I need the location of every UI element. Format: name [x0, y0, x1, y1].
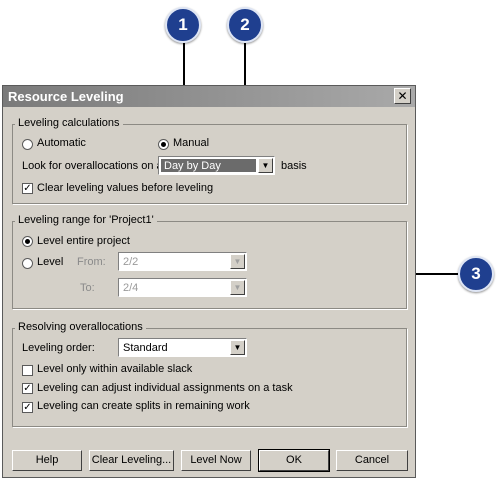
clear-values-checkbox[interactable]: ✓ — [22, 183, 33, 194]
automatic-label[interactable]: Automatic — [37, 137, 86, 149]
chevron-down-icon[interactable]: ▼ — [230, 254, 245, 269]
callout-3: 3 — [458, 256, 494, 292]
automatic-radio[interactable] — [22, 139, 33, 150]
look-for-label: Look for overallocations on a — [22, 160, 163, 172]
chevron-down-icon[interactable]: ▼ — [230, 340, 245, 355]
leveling-calculations-label: Leveling calculations — [15, 117, 123, 129]
basis-select[interactable]: Day by Day ▼ — [158, 156, 275, 175]
leveling-order-select[interactable]: Standard ▼ — [118, 338, 247, 357]
adjust-assignments-checkbox[interactable]: ✓ — [22, 383, 33, 394]
to-date-field[interactable]: 2/4 ▼ — [118, 278, 247, 297]
title-bar[interactable]: Resource Leveling ✕ — [3, 86, 415, 107]
create-splits-checkbox[interactable]: ✓ — [22, 402, 33, 413]
entire-project-label[interactable]: Level entire project — [37, 235, 130, 247]
create-splits-label[interactable]: Leveling can create splits in remaining … — [37, 400, 250, 412]
cancel-button[interactable]: Cancel — [336, 450, 408, 471]
level-now-button[interactable]: Level Now — [181, 450, 251, 471]
dialog-title: Resource Leveling — [8, 89, 124, 104]
entire-project-radio[interactable] — [22, 236, 33, 247]
close-icon: ✕ — [397, 89, 408, 103]
level-range-label[interactable]: Level — [37, 256, 63, 268]
manual-label[interactable]: Manual — [173, 137, 209, 149]
to-date-value: 2/4 — [123, 282, 139, 294]
from-date-value: 2/2 — [123, 256, 139, 268]
clear-values-label[interactable]: Clear leveling values before leveling — [37, 182, 213, 194]
ok-button[interactable]: OK — [258, 449, 330, 472]
adjust-assignments-label[interactable]: Leveling can adjust individual assignmen… — [37, 382, 293, 394]
basis-suffix: basis — [281, 160, 307, 172]
from-date-field[interactable]: 2/2 ▼ — [118, 252, 247, 271]
slack-checkbox[interactable] — [22, 365, 33, 376]
leveling-order-label: Leveling order: — [22, 342, 95, 354]
callout-1: 1 — [165, 7, 201, 43]
callout-2: 2 — [227, 7, 263, 43]
basis-select-value: Day by Day — [164, 160, 221, 172]
clear-leveling-button[interactable]: Clear Leveling... — [89, 450, 174, 471]
manual-radio[interactable] — [158, 139, 169, 150]
chevron-down-icon[interactable]: ▼ — [230, 280, 245, 295]
close-button[interactable]: ✕ — [394, 88, 411, 104]
level-range-radio[interactable] — [22, 258, 33, 269]
help-button[interactable]: Help — [12, 450, 82, 471]
from-label: From: — [77, 256, 106, 268]
resolving-label: Resolving overallocations — [15, 321, 146, 333]
basis-select-highlight: Day by Day — [161, 159, 256, 172]
leveling-range-label: Leveling range for 'Project1' — [15, 214, 157, 226]
resource-leveling-dialog: Resource Leveling ✕ Leveling calculation… — [2, 85, 416, 478]
leveling-order-value: Standard — [123, 342, 168, 354]
to-label: To: — [80, 282, 95, 294]
slack-label[interactable]: Level only within available slack — [37, 363, 192, 375]
chevron-down-icon[interactable]: ▼ — [258, 158, 273, 173]
